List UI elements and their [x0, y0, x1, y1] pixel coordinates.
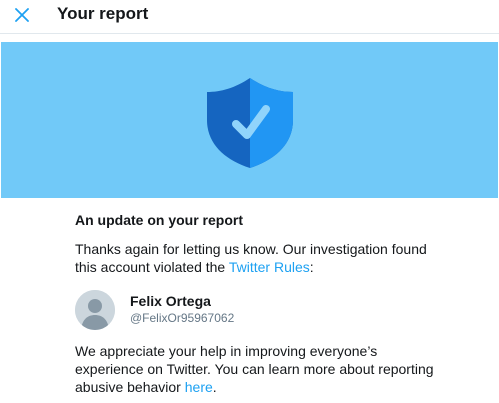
account-handle: @FelixOr95967062	[130, 311, 235, 325]
twitter-rules-link[interactable]: Twitter Rules	[229, 259, 310, 275]
shield-check-icon	[207, 78, 293, 168]
avatar	[75, 290, 115, 330]
reported-account[interactable]: Felix Ortega @FelixOr95967062	[75, 290, 435, 332]
close-button[interactable]	[10, 3, 34, 27]
close-icon	[15, 8, 29, 22]
appreciation-message: We appreciate your help in improving eve…	[75, 342, 435, 396]
report-message: Thanks again for letting us know. Our in…	[75, 240, 435, 276]
learn-more-link[interactable]: here	[185, 379, 213, 395]
report-content: An update on your report Thanks again fo…	[75, 211, 435, 396]
account-name: Felix Ortega	[130, 293, 211, 309]
report-message-suffix: :	[309, 259, 314, 275]
page-title: Your report	[57, 4, 149, 23]
top-bar: Your report	[0, 0, 499, 34]
hero-banner	[1, 42, 498, 198]
appreciation-message-suffix: .	[212, 379, 217, 395]
report-heading: An update on your report	[75, 212, 243, 228]
appreciation-message-text: We appreciate your help in improving eve…	[75, 343, 434, 395]
default-avatar-icon	[75, 290, 115, 330]
